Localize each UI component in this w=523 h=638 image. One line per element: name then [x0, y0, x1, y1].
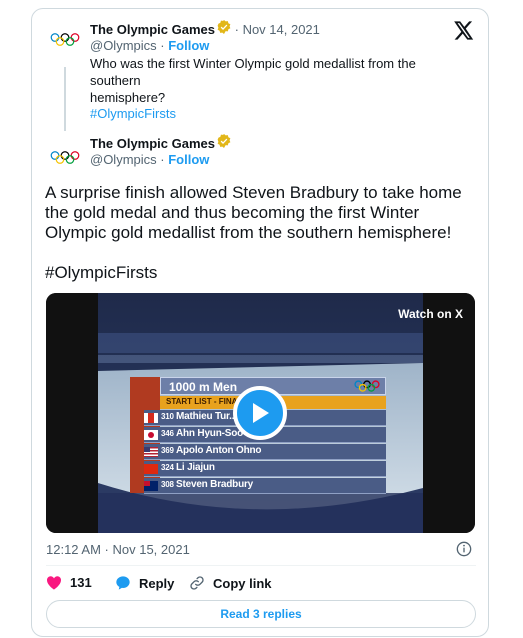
- video-player[interactable]: 1000 m Men START LIST - FINAL A 310 Math…: [46, 293, 475, 533]
- handle-separator: ·: [156, 38, 169, 53]
- info-icon[interactable]: [456, 541, 472, 562]
- main-tweet-text: A surprise finish allowed Steven Bradbur…: [45, 183, 475, 243]
- like-count: 131: [70, 575, 92, 590]
- author-name[interactable]: The Olympic Games: [90, 136, 215, 151]
- tweet-date[interactable]: Nov 14, 2021: [243, 22, 320, 37]
- play-icon: [253, 403, 269, 423]
- competitor-number: 346: [161, 429, 174, 438]
- copy-link-button[interactable]: Copy link: [189, 575, 272, 591]
- follow-link[interactable]: Follow: [168, 38, 209, 53]
- main-hashtag[interactable]: #OlympicFirsts: [45, 263, 157, 283]
- verified-badge-icon: [217, 20, 231, 39]
- thread-line: [64, 67, 66, 131]
- main-text-line-1: A surprise finish allowed Steven Bradbur…: [45, 183, 462, 202]
- competitor-number: 369: [161, 446, 174, 455]
- read-replies-button[interactable]: Read 3 replies: [46, 600, 476, 628]
- handle-separator: ·: [156, 152, 169, 167]
- olympic-rings-icon: [354, 380, 380, 392]
- parent-hashtag[interactable]: #OlympicFirsts: [90, 105, 176, 122]
- competitor-row: 369 Apolo Anton Ohno: [144, 444, 386, 460]
- play-button[interactable]: [233, 386, 287, 440]
- olympic-rings-icon: [50, 151, 80, 164]
- like-button[interactable]: 131: [46, 575, 92, 590]
- main-handle-row: @Olympics · Follow: [90, 152, 209, 167]
- competitor-name: Apolo Anton Ohno: [176, 445, 262, 456]
- competitor-number: 308: [161, 480, 174, 489]
- parent-text-line-2: hemisphere?: [90, 90, 166, 105]
- competitor-name: Mathieu Tur...: [176, 411, 237, 422]
- reply-label: Reply: [139, 575, 175, 591]
- avatar[interactable]: [49, 142, 81, 174]
- competitor-row: 308 Steven Bradbury: [144, 478, 386, 494]
- follow-link[interactable]: Follow: [168, 152, 209, 167]
- reply-bubble-icon: [116, 576, 130, 590]
- flag-icon: [144, 481, 158, 491]
- reply-button[interactable]: Reply: [115, 575, 174, 591]
- verified-badge-icon: [217, 134, 231, 153]
- tweet-embed-card: The Olympic Games · Nov 14, 2021 @Olympi…: [31, 8, 489, 637]
- flag-icon: [144, 464, 158, 474]
- tweet-timestamp[interactable]: 12:12 AM · Nov 15, 2021: [46, 542, 190, 557]
- date-separator: ·: [231, 22, 243, 37]
- flag-icon: [144, 447, 158, 457]
- copy-link-label: Copy link: [213, 575, 272, 591]
- avatar[interactable]: [49, 24, 81, 56]
- olympic-rings-icon: [50, 33, 80, 46]
- competitor-number: 310: [161, 412, 174, 421]
- competitor-row: 324 Li Jiajun: [144, 461, 386, 477]
- author-name[interactable]: The Olympic Games: [90, 22, 215, 37]
- competitor-name: Steven Bradbury: [176, 479, 254, 490]
- parent-text-line-1: Who was the first Winter Olympic gold me…: [90, 56, 416, 88]
- handle[interactable]: @Olympics: [90, 152, 157, 167]
- divider: [46, 565, 476, 566]
- handle[interactable]: @Olympics: [90, 38, 157, 53]
- x-logo-icon[interactable]: [454, 21, 476, 41]
- main-text-line-2: the gold medal and thus becoming the fir…: [45, 203, 420, 222]
- event-title: 1000 m Men: [169, 380, 238, 394]
- watch-on-x-link[interactable]: Watch on X: [398, 307, 463, 321]
- competitor-name: Li Jiajun: [176, 462, 215, 473]
- main-text-line-3: Olympic gold medallist from the southern…: [45, 223, 452, 242]
- parent-handle-row: @Olympics · Follow: [90, 38, 209, 53]
- heart-icon: [46, 576, 62, 590]
- parent-tweet-text: Who was the first Winter Olympic gold me…: [90, 55, 470, 106]
- main-header: The Olympic Games: [90, 134, 231, 153]
- read-replies-label: Read 3 replies: [220, 607, 302, 621]
- link-icon: [190, 576, 204, 590]
- flag-icon: [144, 430, 158, 440]
- parent-header: The Olympic Games · Nov 14, 2021: [90, 20, 320, 39]
- flag-icon: [144, 413, 158, 423]
- competitor-number: 324: [161, 463, 174, 472]
- competitor-name: Ahn Hyun-Soo: [176, 428, 244, 439]
